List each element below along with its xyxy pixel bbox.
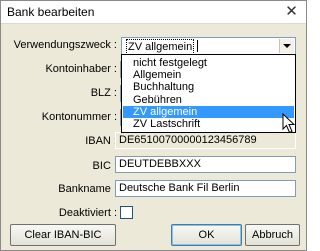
dropdown-option[interactable]: Allgemein <box>123 69 294 81</box>
dialog-title: Bank bearbeiten <box>7 5 95 19</box>
dropdown-option[interactable]: Buchhaltung <box>123 81 294 93</box>
verwendungszweck-label: Verwendungszweck : <box>13 39 117 51</box>
deaktiviert-label: Deaktiviert : <box>58 207 117 219</box>
iban-value: DE65100700000123456789 <box>115 132 296 149</box>
title-bar: Bank bearbeiten ✕ <box>1 1 306 24</box>
blz-label: BLZ : <box>90 87 117 99</box>
bank-edit-dialog: Bank bearbeiten ✕ Verwendungszweck : ZV … <box>0 0 307 251</box>
dropdown-option[interactable]: nicht festgelegt <box>123 57 294 69</box>
mouse-pointer-icon <box>282 113 296 134</box>
kontonummer-label: Kontonummer : <box>41 111 117 123</box>
verwendungszweck-dropdown-list: nicht festgelegt Allgemein Buchhaltung G… <box>121 54 296 133</box>
text-caret <box>197 40 198 52</box>
deaktiviert-checkbox[interactable] <box>120 206 133 219</box>
dropdown-option[interactable]: ZV Lastschrift <box>123 118 294 130</box>
kontoinhaber-label: Kontoinhaber : <box>45 63 117 75</box>
bic-input[interactable]: DEUTDEBBXXX <box>115 156 296 173</box>
dropdown-option[interactable]: Gebühren <box>123 94 294 106</box>
dropdown-option-selected[interactable]: ZV allgemein <box>123 106 294 118</box>
cancel-button[interactable]: Abbruch <box>245 224 300 246</box>
bic-label: BIC : <box>92 160 117 172</box>
bankname-input[interactable]: Deutsche Bank Fil Berlin <box>115 180 296 197</box>
chevron-down-icon[interactable] <box>279 39 294 53</box>
verwendungszweck-value: ZV allgemein <box>126 39 195 55</box>
verwendungszweck-select[interactable]: ZV allgemein <box>121 37 296 55</box>
bankname-label: Bankname : <box>58 183 117 195</box>
close-icon[interactable]: ✕ <box>279 2 304 21</box>
iban-label: IBAN : <box>85 135 117 147</box>
clear-iban-bic-button[interactable]: Clear IBAN-BIC <box>10 224 116 246</box>
ok-button[interactable]: OK <box>171 224 242 246</box>
